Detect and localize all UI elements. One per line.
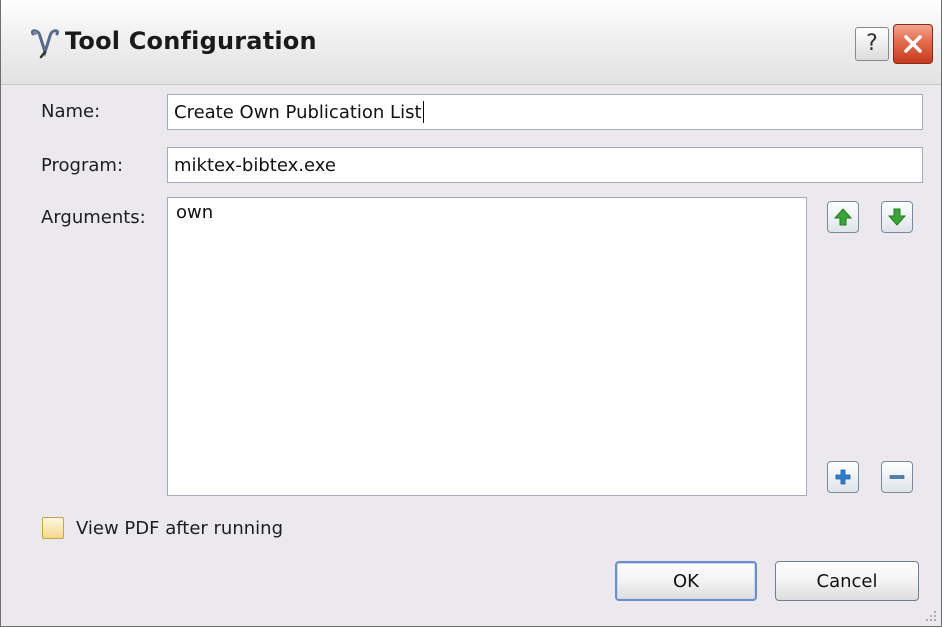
program-field[interactable]: miktex-bibtex.exe — [167, 147, 923, 183]
program-label: Program: — [41, 155, 124, 176]
cancel-button[interactable]: Cancel — [775, 561, 919, 601]
cancel-button-label: Cancel — [816, 570, 878, 592]
help-icon: ? — [866, 31, 878, 56]
arrow-up-icon — [833, 208, 853, 226]
resize-grip-icon[interactable] — [923, 608, 937, 622]
text-caret — [422, 101, 424, 123]
argument-item[interactable]: own — [176, 202, 798, 223]
dialog-title: Tool Configuration — [65, 27, 317, 55]
tool-configuration-dialog: Tool Configuration ? Name: Create Own Pu… — [0, 0, 942, 627]
tool-icon — [30, 29, 60, 59]
minus-icon — [889, 475, 905, 479]
arguments-list[interactable]: own — [167, 197, 807, 496]
add-argument-button[interactable] — [827, 461, 859, 493]
name-label: Name: — [41, 101, 101, 122]
move-argument-down-button[interactable] — [881, 201, 913, 233]
help-button[interactable]: ? — [855, 27, 889, 61]
title-bar[interactable]: Tool Configuration ? — [1, 0, 941, 85]
plus-icon — [835, 469, 851, 485]
view-pdf-label[interactable]: View PDF after running — [76, 518, 283, 539]
close-button[interactable] — [893, 24, 933, 64]
move-argument-up-button[interactable] — [827, 201, 859, 233]
close-icon — [904, 35, 922, 53]
view-pdf-checkbox[interactable] — [42, 517, 64, 539]
ok-button-label: OK — [673, 570, 699, 592]
remove-argument-button[interactable] — [881, 461, 913, 493]
ok-button[interactable]: OK — [615, 561, 757, 601]
arguments-label: Arguments: — [41, 207, 146, 228]
name-field[interactable]: Create Own Publication List — [167, 94, 923, 130]
program-field-value: miktex-bibtex.exe — [174, 154, 336, 176]
name-field-value: Create Own Publication List — [174, 101, 422, 123]
arrow-down-icon — [887, 208, 907, 226]
